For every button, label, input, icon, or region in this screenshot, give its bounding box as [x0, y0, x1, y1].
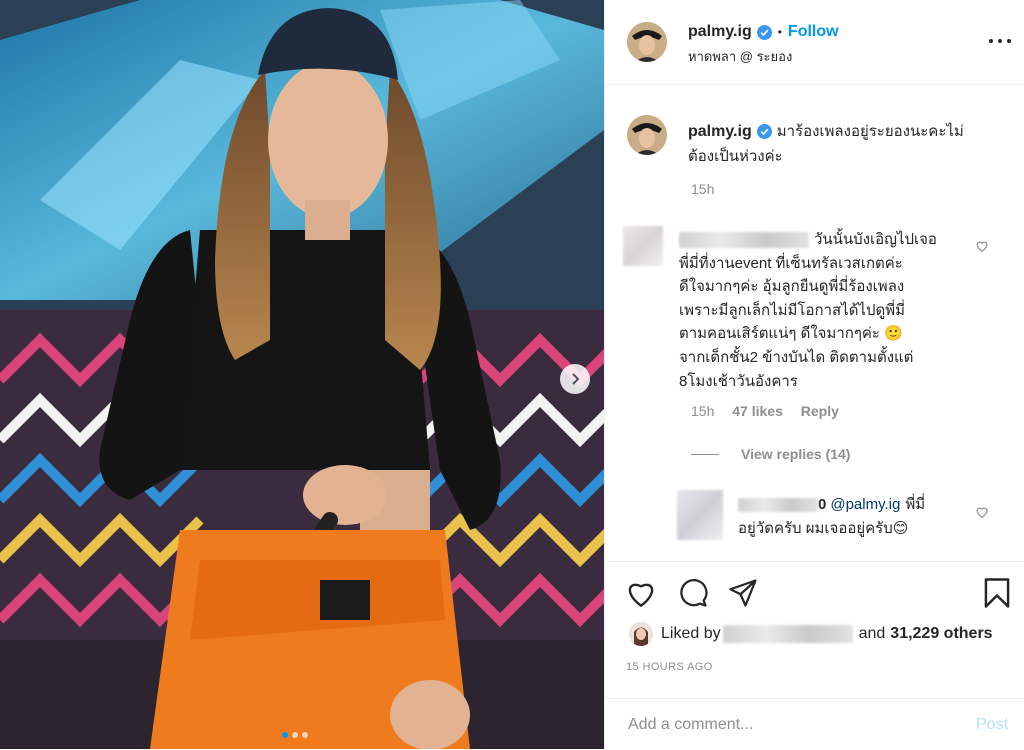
- comment-text-line3: ดีใจมากๆค่ะ อุ้มลูกยืนดูพี่มี่ร้องเพลง: [679, 278, 905, 296]
- view-replies-divider: [691, 453, 719, 455]
- comment-text-line1: วันนั้นบังเอิญไปเจอ: [814, 231, 937, 248]
- liked-by-prefix: Liked by: [661, 625, 721, 642]
- post-timestamp[interactable]: 15 HOURS AGO: [626, 661, 713, 673]
- reply-text-line2: อยู่วัดครับ ผมเจออยู่ครับ😊: [738, 520, 909, 537]
- more-dot-icon: [1007, 39, 1011, 43]
- replier-username-tail: 0: [818, 496, 827, 513]
- action-bar: [605, 561, 1024, 562]
- verified-badge-icon: [756, 124, 772, 139]
- post-photo[interactable]: [0, 0, 604, 749]
- photo-image: [0, 0, 604, 749]
- carousel-dot: [302, 732, 308, 738]
- header-username[interactable]: palmy.ig: [688, 23, 752, 41]
- header-dot: •: [777, 25, 782, 39]
- like-comment-heart-icon[interactable]: [975, 239, 989, 253]
- comment-bubble-icon[interactable]: [677, 578, 709, 608]
- liked-by-user-blurred[interactable]: [722, 625, 853, 643]
- liked-by-and: and: [858, 625, 886, 642]
- replier-avatar-blurred[interactable]: [677, 490, 723, 540]
- caption-avatar[interactable]: [627, 115, 667, 155]
- follow-button[interactable]: Follow: [788, 23, 839, 41]
- caption-username[interactable]: palmy.ig: [688, 119, 752, 144]
- post-comment-button[interactable]: Post: [976, 716, 1008, 734]
- post-details-panel: palmy.ig • Follow หาดพลา @ ระยอง palmy.i…: [604, 0, 1024, 749]
- carousel-dot-active: [282, 732, 288, 738]
- likes-count-link[interactable]: 31,229 others: [890, 625, 992, 643]
- bookmark-icon[interactable]: [982, 577, 1012, 609]
- comment-text-line6: จากเด็กชั้น2 ข้างบันได ติดตามตั้งแต่: [679, 348, 914, 366]
- comment-likes[interactable]: 47 likes: [732, 403, 783, 419]
- view-replies-button[interactable]: View replies (14): [741, 446, 850, 462]
- mention-link[interactable]: @palmy.ig: [830, 493, 900, 517]
- avatar-image: [629, 622, 653, 646]
- caption-text-line1: มาร้องเพลงอยู่ระยองนะคะไม่: [776, 123, 964, 140]
- commenter-username-blurred[interactable]: [679, 231, 809, 248]
- avatar-image: [627, 115, 667, 155]
- likes-row: Liked by and 31,229 others: [629, 620, 993, 648]
- chevron-right-icon: [572, 373, 580, 385]
- avatar[interactable]: [627, 22, 667, 62]
- carousel-dot: [292, 732, 298, 738]
- liker-avatar[interactable]: [629, 622, 653, 646]
- share-paper-plane-icon[interactable]: [727, 578, 759, 608]
- replier-username-blurred[interactable]: [738, 498, 818, 512]
- reply-button[interactable]: Reply: [801, 403, 839, 419]
- like-heart-icon[interactable]: [625, 578, 657, 608]
- verified-badge-icon: [756, 24, 772, 40]
- post-location[interactable]: หาดพลา @ ระยอง: [688, 46, 792, 67]
- caption-time[interactable]: 15h: [691, 181, 714, 197]
- avatar-image: [627, 22, 667, 62]
- more-dot-icon: [989, 39, 993, 43]
- comment-time[interactable]: 15h: [691, 403, 714, 419]
- commenter-avatar-blurred[interactable]: [623, 226, 663, 266]
- next-photo-button[interactable]: [560, 364, 590, 394]
- comment-text-line7: 8โมงเช้าวันอังคาร: [679, 372, 798, 390]
- comment-text-line2: พี่มี่ที่งานevent ที่เซ็นทรัลเวสเกตค่ะ: [679, 254, 903, 272]
- caption-text-line2: ต้องเป็นห่วงค่ะ: [688, 148, 783, 165]
- add-comment-input[interactable]: [626, 714, 950, 735]
- like-reply-heart-icon[interactable]: [975, 505, 989, 519]
- comment-composer: Post: [605, 698, 1024, 750]
- more-dot-icon: [998, 39, 1002, 43]
- reply-text-line1: พี่มี่: [905, 496, 926, 513]
- carousel-dots: [282, 732, 308, 738]
- comment-text-line4: เพราะมีลูกเล็กไม่มีโอกาสได้ไปดูพี่มี่: [679, 301, 906, 319]
- more-options-button[interactable]: [989, 33, 1011, 49]
- post-header: palmy.ig • Follow หาดพลา @ ระยอง: [605, 0, 1024, 85]
- comment-text-line5: ตามคอนเสิร์ตแน่ๆ ดีใจมากๆค่ะ 🙂: [679, 325, 903, 343]
